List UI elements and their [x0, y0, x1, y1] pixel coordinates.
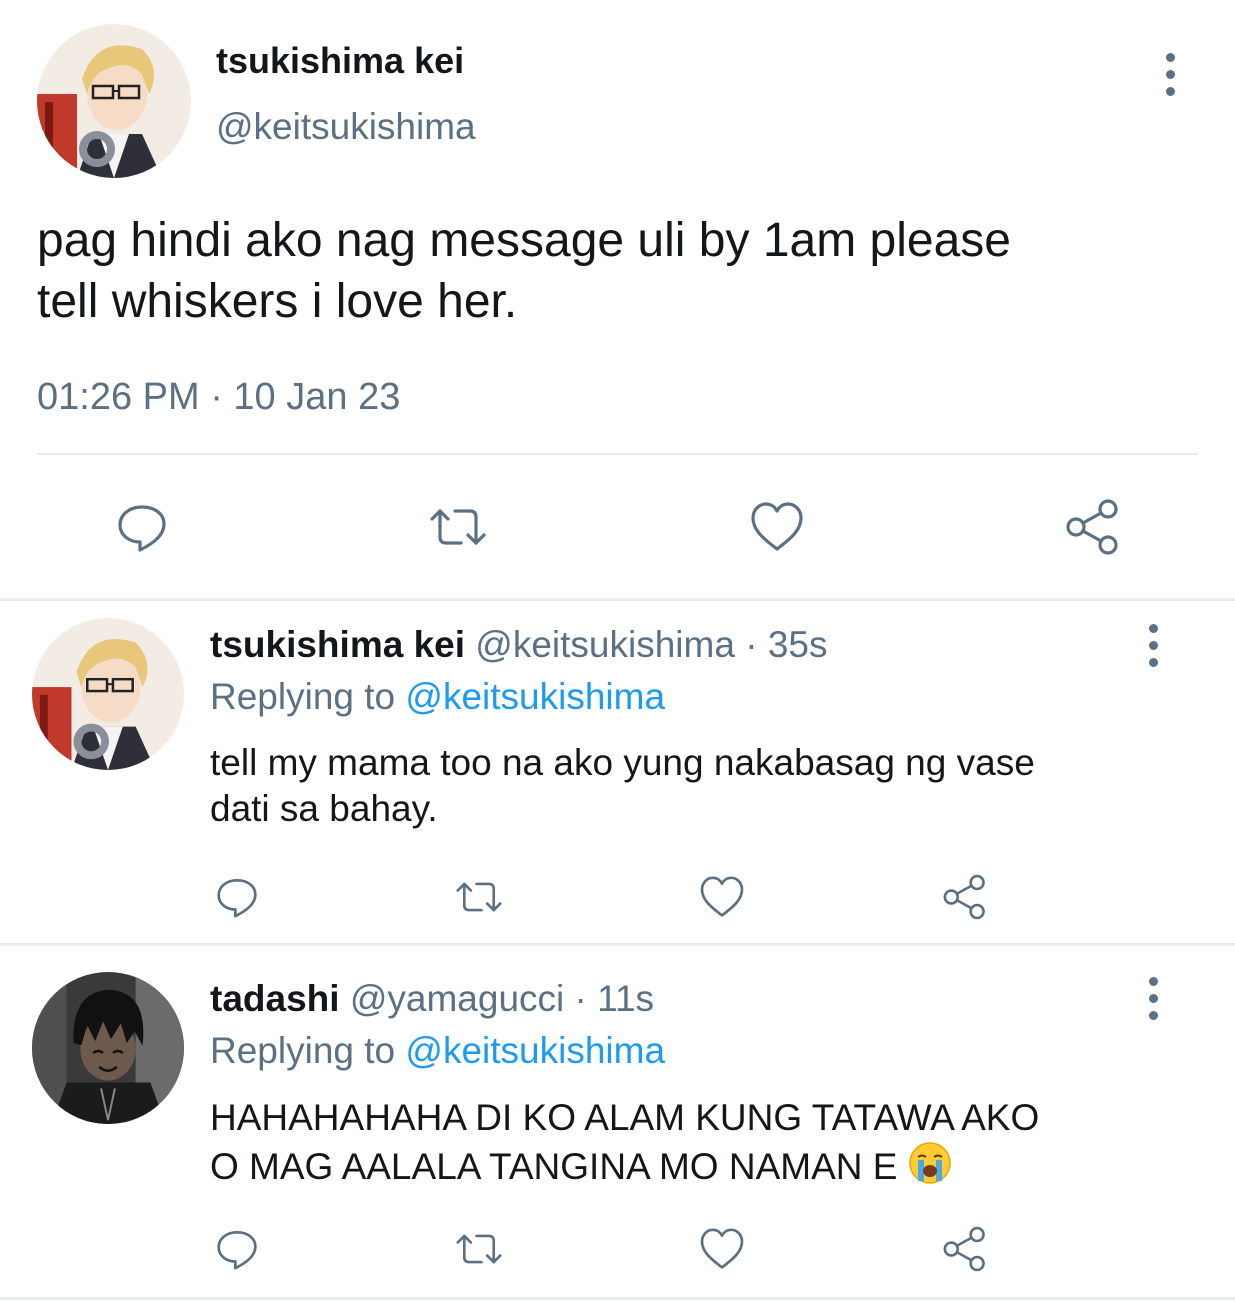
replying-to-handle-link[interactable]: @keitsukishima	[405, 676, 665, 717]
main-tweet-text: pag hindi ako nag message uli by 1am ple…	[37, 210, 1011, 332]
main-tweet-display-name[interactable]: tsukishima kei	[216, 40, 464, 82]
replying-to-line: Replying to @keitsukishima	[210, 676, 665, 718]
like-icon	[700, 876, 744, 917]
section-divider	[0, 1297, 1235, 1300]
retweet-button[interactable]	[449, 867, 509, 927]
share-button[interactable]	[1056, 490, 1130, 564]
retweet-icon	[456, 1234, 502, 1264]
main-tweet-text-line: pag hindi ako nag message uli by 1am ple…	[37, 214, 1011, 267]
section-divider	[0, 943, 1235, 946]
main-tweet-timestamp[interactable]: 01:26 PM · 10 Jan 23	[37, 376, 400, 419]
like-icon	[700, 1228, 744, 1269]
reply-icon	[118, 505, 166, 552]
replying-to-label: Replying to	[210, 676, 396, 717]
reply-more-options-icon[interactable]	[1133, 615, 1173, 675]
reply-avatar[interactable]	[32, 972, 184, 1124]
reply-header: tsukishima kei @keitsukishima · 35s	[210, 624, 827, 666]
retweet-icon	[430, 509, 486, 545]
section-divider	[0, 598, 1235, 601]
like-button[interactable]	[692, 1219, 752, 1279]
replying-to-line: Replying to @keitsukishima	[210, 1030, 665, 1072]
main-tweet-more-options-icon[interactable]	[1150, 44, 1190, 104]
reply-display-name[interactable]: tadashi	[210, 978, 340, 1019]
share-icon	[1066, 499, 1118, 555]
share-icon	[943, 874, 985, 920]
reply-text-line: dati sa bahay.	[210, 788, 438, 829]
reply-handle[interactable]: @keitsukishima	[475, 624, 735, 665]
reply-time[interactable]: · 35s	[745, 624, 827, 665]
like-button[interactable]	[692, 867, 752, 927]
reply-text: HAHAHAHAHA DI KO ALAM KUNG TATAWA AKO O …	[210, 1094, 1039, 1190]
reply-button[interactable]	[105, 490, 179, 564]
reply-time[interactable]: · 11s	[575, 978, 655, 1019]
tadashi-avatar-image	[32, 972, 184, 1124]
share-button[interactable]	[935, 867, 995, 927]
replying-to-handle-link[interactable]: @keitsukishima	[405, 1030, 665, 1071]
reply-text-line: HAHAHAHAHA DI KO ALAM KUNG TATAWA AKO	[210, 1097, 1040, 1138]
reply-handle[interactable]: @yamagucci	[350, 978, 564, 1019]
reply-header: tadashi @yamagucci · 11s	[210, 978, 654, 1020]
share-icon	[943, 1226, 985, 1272]
tsukishima-avatar-image	[37, 24, 191, 178]
main-tweet-handle[interactable]: @keitsukishima	[216, 106, 476, 148]
reply-icon	[217, 879, 257, 918]
tsukishima-avatar-image	[32, 618, 184, 770]
main-tweet-divider	[37, 453, 1198, 455]
loudly-crying-face-emoji	[908, 1142, 951, 1184]
share-button[interactable]	[935, 1219, 995, 1279]
reply-avatar[interactable]	[32, 618, 184, 770]
reply-text-line: tell my mama too na ako yung nakabasag n…	[210, 742, 1035, 783]
retweet-button[interactable]	[449, 1219, 509, 1279]
reply-text: tell my mama too na ako yung nakabasag n…	[210, 740, 1035, 832]
reply-text-line-with-emoji: O MAG AALALA TANGINA MO NAMAN E	[210, 1141, 1039, 1190]
main-tweet-text-line: tell whiskers i love her.	[37, 275, 518, 328]
retweet-button[interactable]	[421, 490, 495, 564]
reply-button[interactable]	[207, 1219, 267, 1279]
like-button[interactable]	[740, 490, 814, 564]
reply-display-name[interactable]: tsukishima kei	[210, 624, 465, 665]
replying-to-label: Replying to	[210, 1030, 396, 1071]
reply-button[interactable]	[207, 867, 267, 927]
reply-text-line: O MAG AALALA TANGINA MO NAMAN E	[210, 1146, 898, 1187]
retweet-icon	[456, 882, 502, 912]
reply-more-options-icon[interactable]	[1133, 968, 1173, 1028]
like-icon	[751, 502, 803, 551]
reply-icon	[217, 1231, 257, 1270]
main-tweet-avatar[interactable]	[37, 24, 191, 178]
